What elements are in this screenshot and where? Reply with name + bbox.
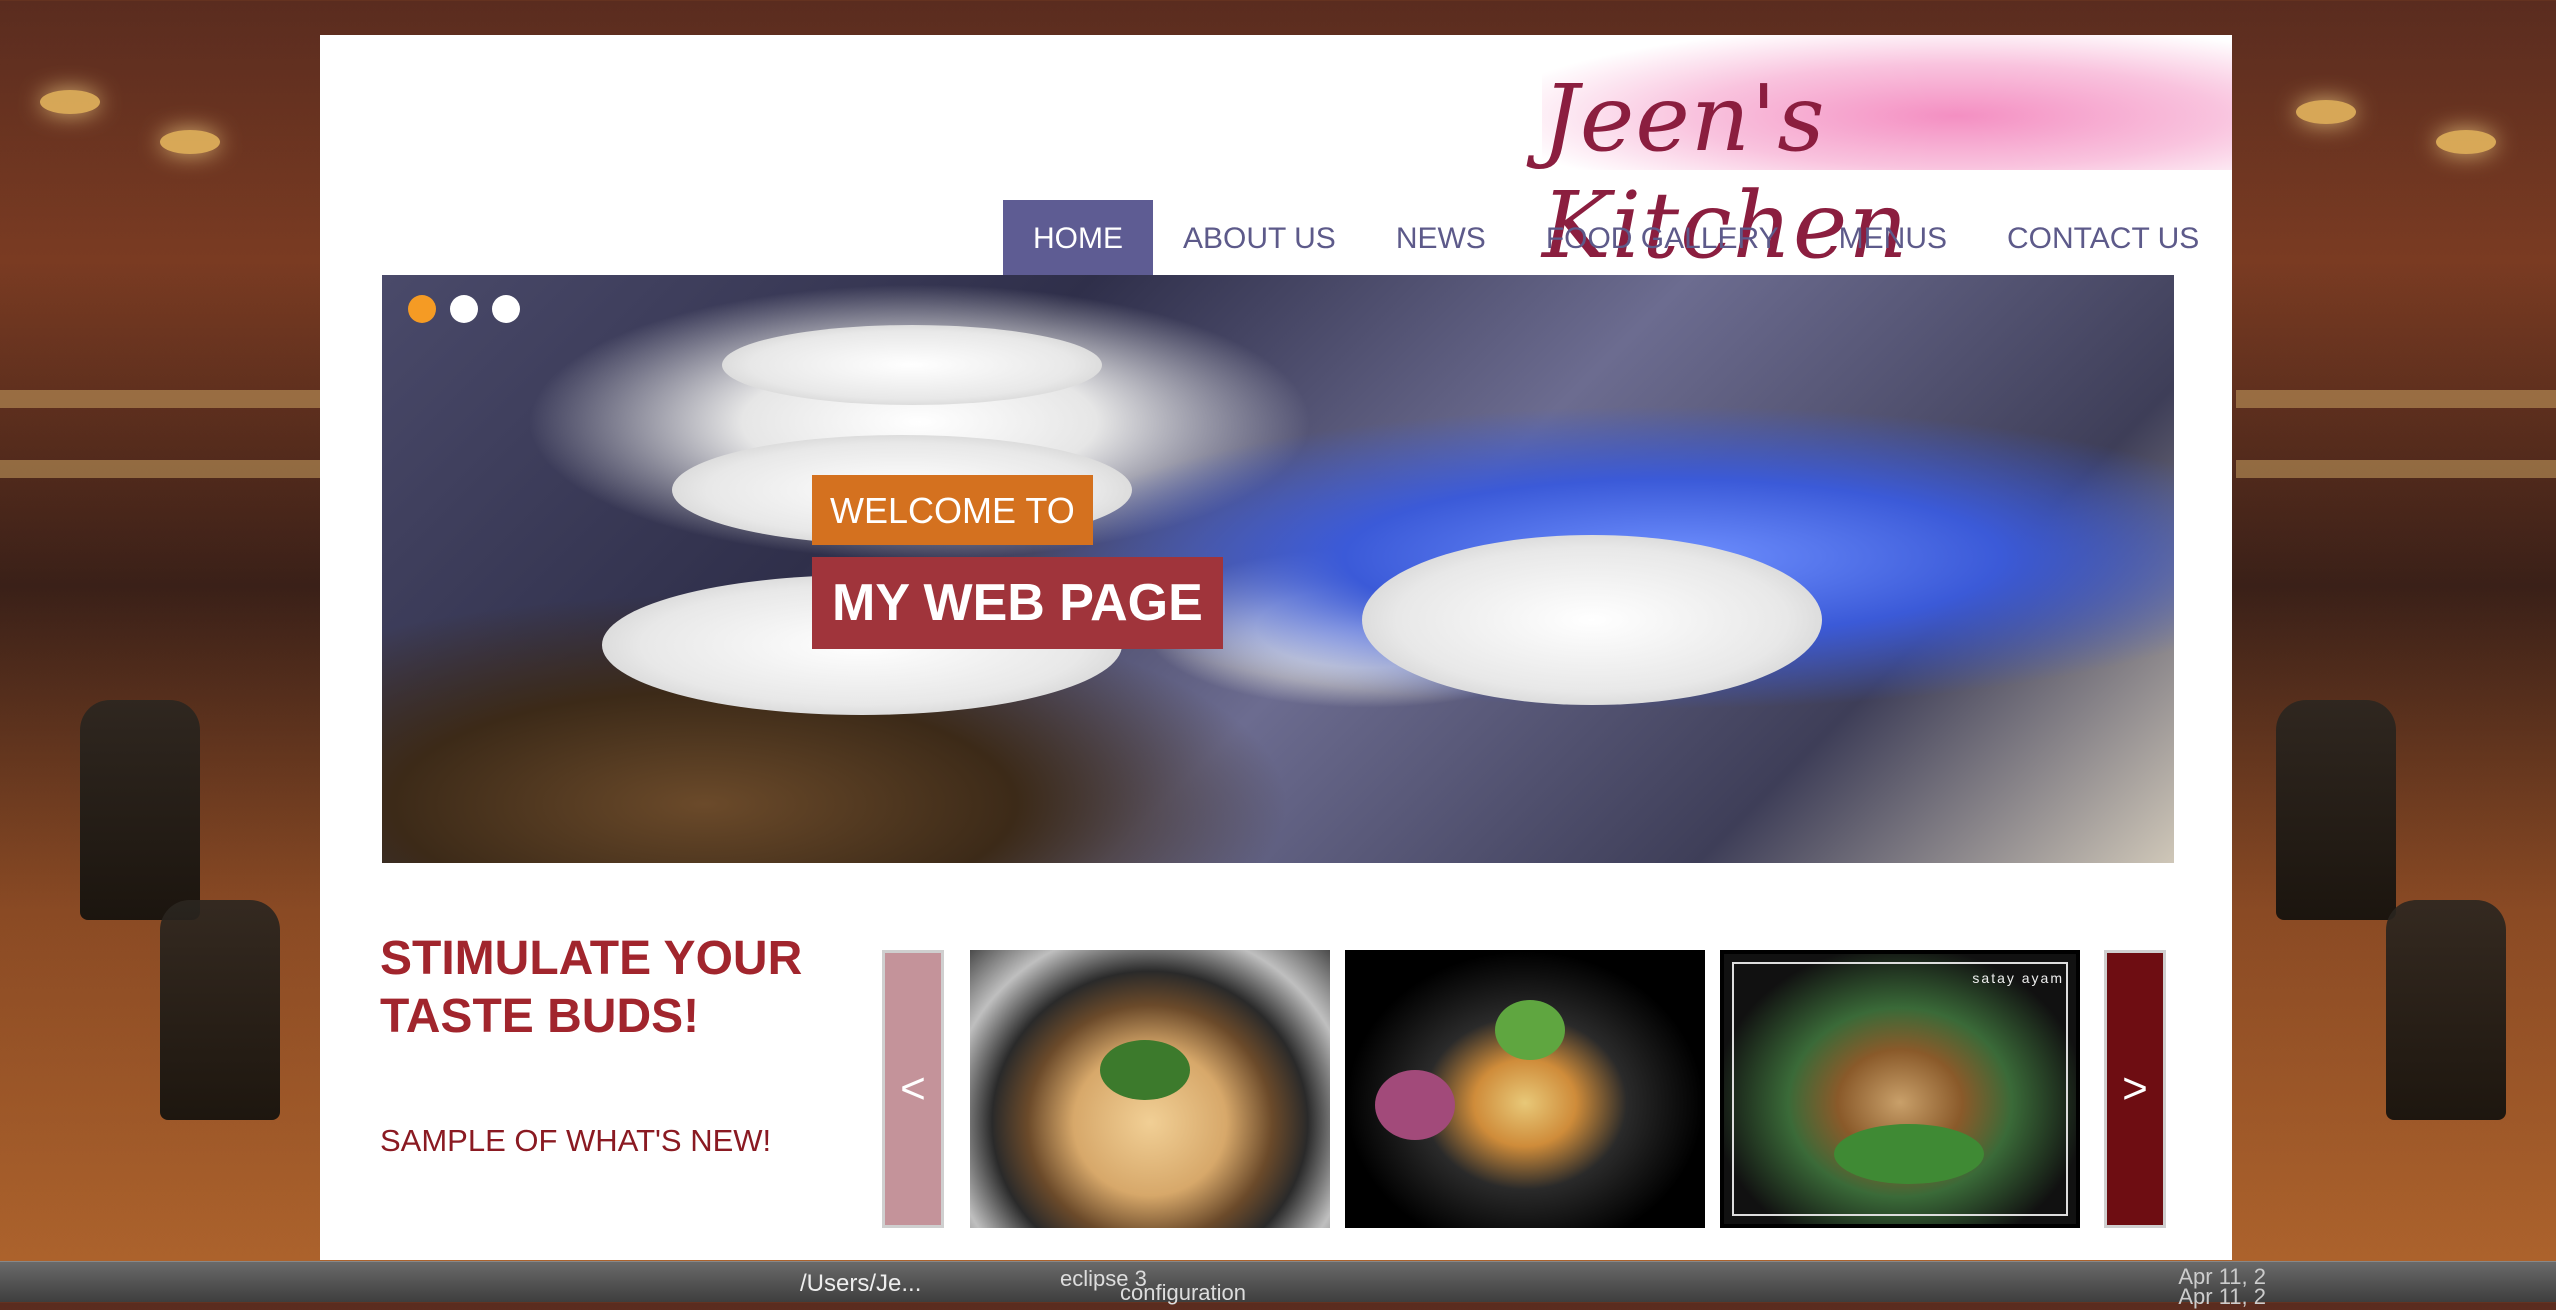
nav-item-news[interactable]: NEWS [1366, 200, 1516, 275]
ceiling-lamp-icon [2296, 100, 2356, 124]
page-container: Jeen's Kitchen HOME ABOUT US NEWS FOOD G… [320, 35, 2232, 1260]
finder-folder-configuration[interactable]: configuration [1120, 1280, 1246, 1306]
carousel-prev-button[interactable]: < [882, 950, 944, 1228]
chair-icon [2276, 700, 2396, 920]
satay-caption: satay ayam [1972, 970, 2064, 986]
ceiling-lamp-icon [2436, 130, 2496, 154]
main-nav: HOME ABOUT US NEWS FOOD GALLERY MENUS CO… [1003, 200, 2229, 275]
salad-bowl-icon [1362, 535, 1822, 705]
background-left [0, 0, 320, 1262]
slider-dots [408, 295, 520, 323]
onion-icon [1375, 1070, 1455, 1140]
gallery-thumb-noodles[interactable] [1345, 950, 1705, 1228]
promo-subheadline: SAMPLE OF WHAT'S NEW! [380, 1123, 772, 1158]
wall-shelf [2236, 390, 2556, 408]
hero-slider[interactable]: WELCOME TO MY WEB PAGE [382, 275, 2174, 863]
chair-icon [160, 900, 280, 1120]
promo-headline: STIMULATE YOUR TASTE BUDS! [380, 932, 803, 1043]
background-right [2236, 0, 2556, 1262]
nav-item-menus[interactable]: MENUS [1809, 200, 1977, 275]
wall-shelf [0, 460, 320, 478]
claypot-dish-icon [1100, 1040, 1190, 1100]
chair-icon [80, 700, 200, 920]
nav-item-contact-us[interactable]: CONTACT US [1977, 200, 2229, 275]
brand-header: Jeen's Kitchen [1542, 35, 2232, 279]
ceiling-lamp-icon [160, 130, 220, 154]
plate-icon [722, 325, 1102, 405]
slider-dot-3[interactable] [492, 295, 520, 323]
finder-path-text[interactable]: /Users/Je... [800, 1270, 921, 1298]
slider-dot-1[interactable] [408, 295, 436, 323]
ceiling-lamp-icon [40, 90, 100, 114]
wall-shelf [2236, 460, 2556, 478]
hero-title: MY WEB PAGE [812, 557, 1223, 649]
underlying-finder-strip: /Users/Je... eclipse 3 configuration Apr… [0, 1261, 2556, 1309]
nav-item-food-gallery[interactable]: FOOD GALLERY [1516, 200, 1809, 275]
slider-dot-2[interactable] [450, 295, 478, 323]
noodle-bowl-icon [1495, 1000, 1565, 1060]
satay-icon [1834, 1124, 1984, 1184]
gallery-thumb-claypot[interactable] [970, 950, 1330, 1228]
carousel-next-button[interactable]: > [2104, 950, 2166, 1228]
nav-item-home[interactable]: HOME [1003, 200, 1153, 275]
wall-shelf [0, 390, 320, 408]
finder-date: Apr 11, 2 [2178, 1284, 2266, 1309]
hero-welcome-label: WELCOME TO [812, 475, 1093, 545]
chair-icon [2386, 900, 2506, 1120]
gallery-thumb-satay[interactable]: satay ayam [1720, 950, 2080, 1228]
nav-item-about-us[interactable]: ABOUT US [1153, 200, 1366, 275]
